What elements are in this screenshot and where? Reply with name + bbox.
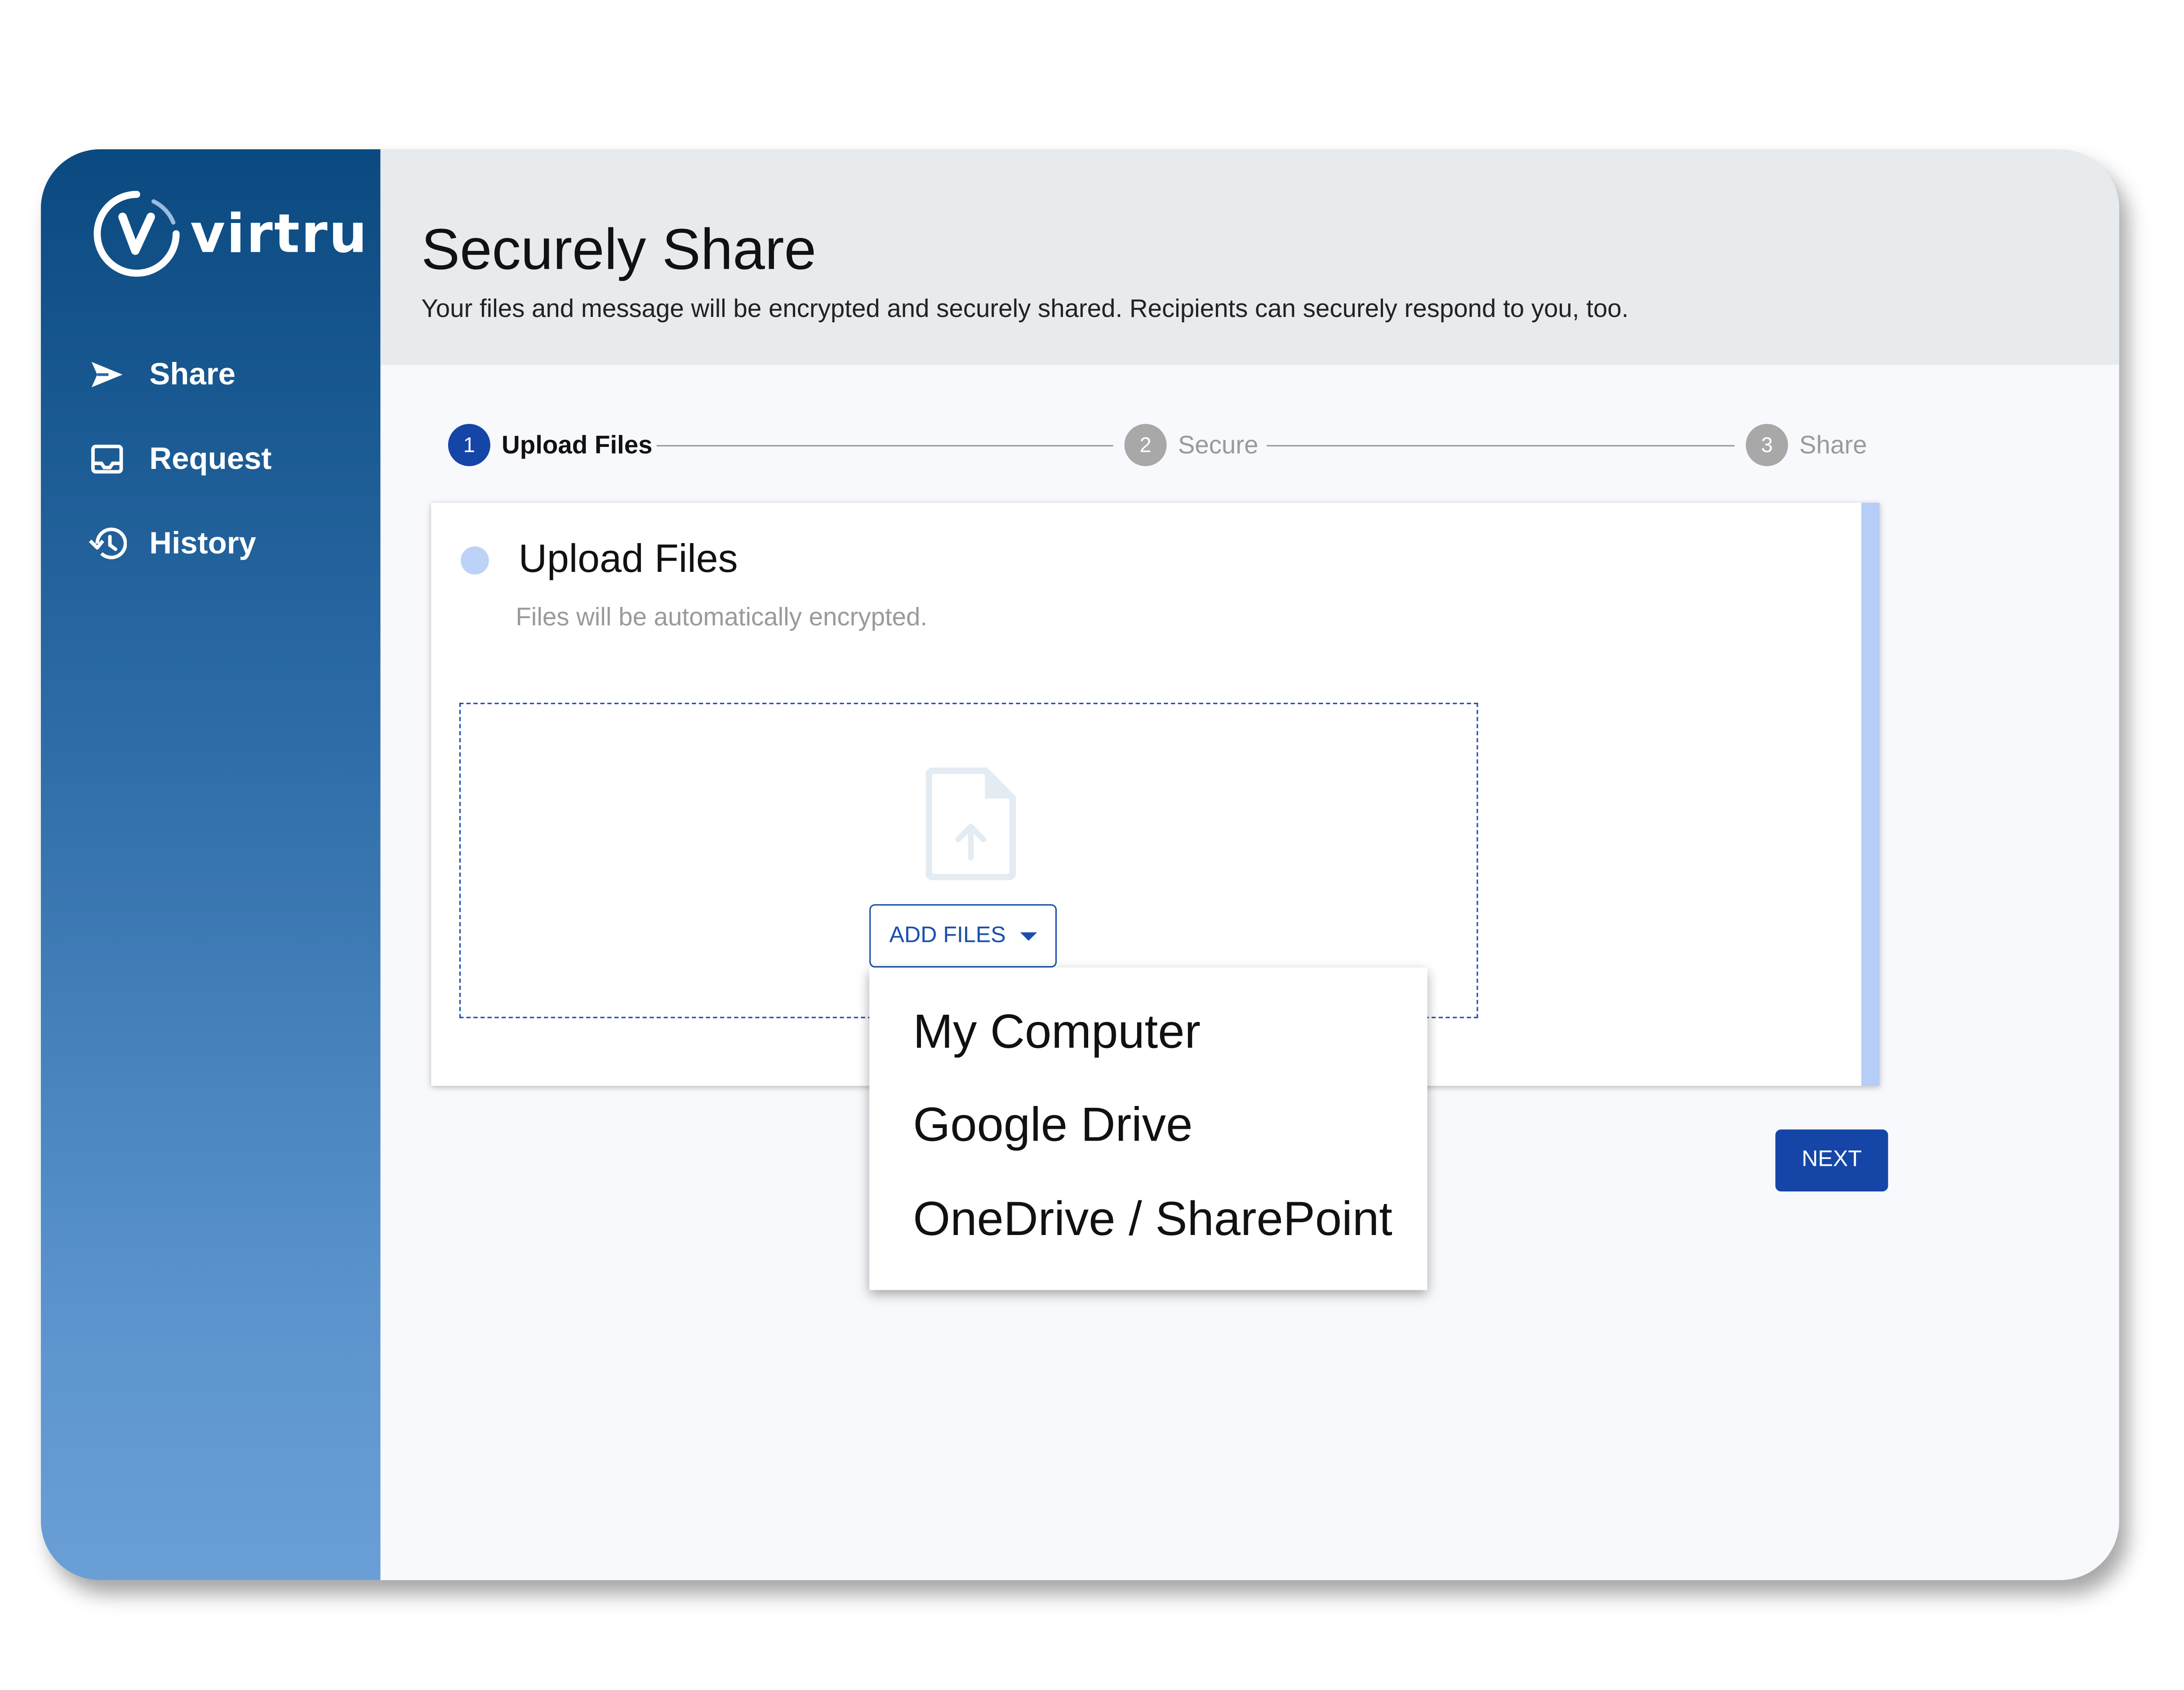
card-accent-bar bbox=[1861, 503, 1880, 1086]
step-number: 2 bbox=[1124, 424, 1167, 466]
history-icon bbox=[86, 522, 128, 565]
step-number: 3 bbox=[1746, 424, 1788, 466]
page-header: Securely Share Your files and message wi… bbox=[380, 149, 2119, 365]
inbox-icon bbox=[86, 438, 128, 480]
card-subtitle: Files will be automatically encrypted. bbox=[516, 602, 928, 631]
page-subtitle: Your files and message will be encrypted… bbox=[421, 294, 1629, 323]
sidebar-item-label: Request bbox=[149, 441, 272, 476]
step-connector bbox=[656, 445, 1113, 447]
virtru-logo[interactable]: virtru bbox=[92, 189, 369, 279]
add-files-label: ADD FILES bbox=[889, 923, 1006, 947]
sidebar-item-history[interactable]: History bbox=[86, 522, 256, 565]
add-files-menu: My Computer Google Drive OneDrive / Shar… bbox=[869, 968, 1428, 1290]
page-title: Securely Share bbox=[421, 217, 817, 282]
file-upload-icon bbox=[925, 767, 1017, 887]
step-share[interactable]: 3 Share bbox=[1746, 424, 1867, 466]
sidebar: virtru Share Request History bbox=[40, 149, 381, 1580]
virtru-logo-icon bbox=[93, 191, 180, 277]
step-secure[interactable]: 2 Secure bbox=[1124, 424, 1259, 466]
sidebar-item-request[interactable]: Request bbox=[86, 438, 271, 480]
app-window: virtru Share Request History Securely Sh… bbox=[40, 149, 2119, 1580]
step-label: Share bbox=[1799, 430, 1867, 459]
status-dot bbox=[461, 546, 489, 575]
brand-name: virtru bbox=[190, 203, 369, 265]
next-button-label: NEXT bbox=[1801, 1147, 1862, 1172]
step-label: Upload Files bbox=[501, 430, 653, 459]
next-button[interactable]: NEXT bbox=[1775, 1129, 1888, 1192]
step-connector bbox=[1267, 445, 1735, 447]
sidebar-item-share[interactable]: Share bbox=[86, 353, 236, 396]
step-number: 1 bbox=[448, 424, 490, 466]
send-icon bbox=[86, 353, 128, 396]
add-files-button[interactable]: ADD FILES bbox=[869, 904, 1057, 968]
sidebar-item-label: History bbox=[149, 525, 256, 561]
card-title: Upload Files bbox=[518, 536, 738, 580]
step-upload-files[interactable]: 1 Upload Files bbox=[448, 424, 653, 466]
caret-down-icon bbox=[1020, 932, 1037, 940]
menu-item-onedrive-sharepoint[interactable]: OneDrive / SharePoint bbox=[913, 1193, 1392, 1248]
step-label: Secure bbox=[1178, 430, 1259, 459]
sidebar-item-label: Share bbox=[149, 356, 236, 392]
menu-item-my-computer[interactable]: My Computer bbox=[913, 1006, 1201, 1061]
menu-item-google-drive[interactable]: Google Drive bbox=[913, 1098, 1192, 1153]
